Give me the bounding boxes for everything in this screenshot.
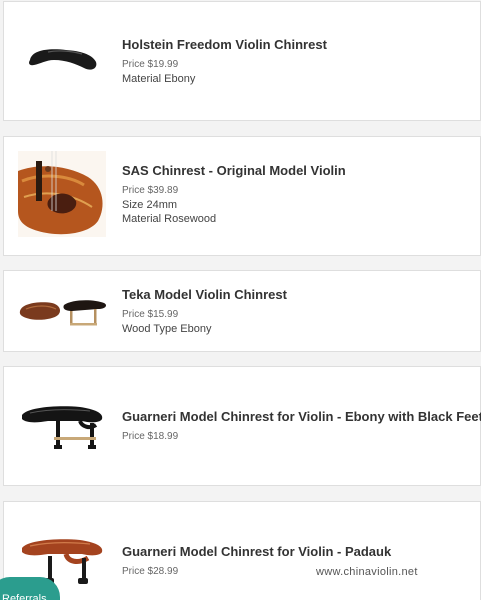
product-title[interactable]: Guarneri Model Chinrest for Violin - Pad…: [122, 544, 472, 559]
product-price: Price $18.99: [122, 431, 179, 442]
product-card[interactable]: Guarneri Model Chinrest for Violin - Ebo…: [3, 366, 481, 486]
violin-chinrest-photo[interactable]: [18, 151, 108, 237]
product-title[interactable]: Teka Model Violin Chinrest: [122, 287, 472, 302]
guarneri-ebony-chinrest-image[interactable]: [18, 403, 108, 453]
product-card[interactable]: Teka Model Violin Chinrest Price $15.99 …: [3, 270, 481, 352]
product-price: Price $15.99: [122, 309, 179, 320]
product-price: Price $39.89: [122, 185, 179, 196]
product-title[interactable]: Holstein Freedom Violin Chinrest: [122, 37, 472, 52]
product-title[interactable]: SAS Chinrest - Original Model Violin: [122, 163, 472, 178]
chinrest-ebony-image[interactable]: [18, 40, 108, 80]
teka-chinrest-image[interactable]: [18, 293, 108, 333]
product-attribute: Wood Type Ebony: [122, 323, 212, 335]
referrals-button[interactable]: Referrals: [0, 577, 60, 600]
product-card[interactable]: SAS Chinrest - Original Model Violin Pri…: [3, 136, 481, 256]
product-attribute: Material Ebony: [122, 73, 196, 85]
product-card[interactable]: Guarneri Model Chinrest for Violin - Pad…: [3, 501, 481, 600]
product-attribute: Material Rosewood: [122, 213, 217, 225]
product-attribute: Size 24mm: [122, 199, 178, 211]
product-price: Price $19.99: [122, 59, 179, 70]
product-title[interactable]: Guarneri Model Chinrest for Violin - Ebo…: [122, 409, 481, 424]
product-price: Price $28.99: [122, 566, 179, 577]
watermark-text: www.chinaviolin.net: [316, 566, 418, 578]
product-card[interactable]: Holstein Freedom Violin Chinrest Price $…: [3, 1, 481, 121]
